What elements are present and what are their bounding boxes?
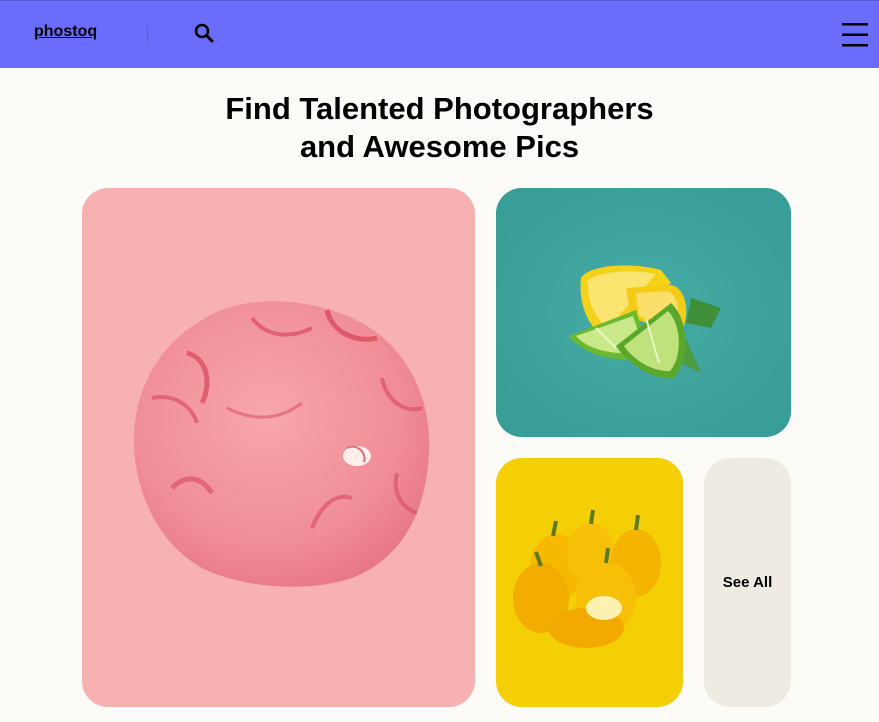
top-navbar: phostoq <box>0 0 879 68</box>
gallery-card-peppers[interactable] <box>496 458 683 707</box>
gallery-card-cookie[interactable] <box>82 188 475 707</box>
gallery-card-citrus[interactable] <box>496 188 791 437</box>
search-button[interactable] <box>192 21 216 45</box>
citrus-photo <box>496 188 791 437</box>
nav-divider <box>147 25 148 43</box>
page-title-line-1: Find Talented Photographers <box>225 91 654 126</box>
hamburger-menu-icon <box>842 23 868 47</box>
peppers-photo <box>496 458 683 707</box>
page-title-line-2: and Awesome Pics <box>299 129 580 164</box>
page-title: Find Talented Photographers and Awesome … <box>0 90 879 166</box>
menu-button[interactable] <box>841 21 869 49</box>
search-icon <box>194 23 214 43</box>
cookie-photo <box>133 301 430 587</box>
see-all-card[interactable]: See All <box>704 458 791 707</box>
see-all-label: See All <box>722 574 773 591</box>
brand-logo-link[interactable]: phostoq <box>34 23 97 41</box>
